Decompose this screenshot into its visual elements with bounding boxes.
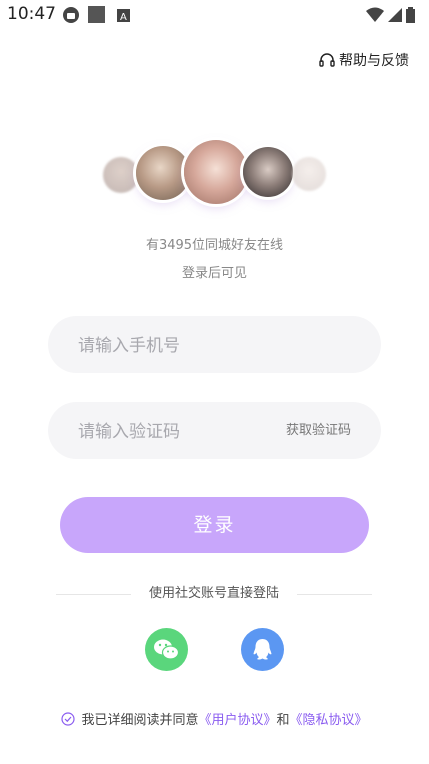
avatar	[184, 140, 248, 204]
headset-icon	[319, 53, 335, 67]
phone-field	[48, 316, 381, 375]
status-bar: 10:47 A	[0, 0, 429, 30]
svg-text:A: A	[120, 12, 127, 23]
help-label: 帮助与反馈	[339, 53, 409, 69]
status-icons	[366, 7, 415, 23]
status-time: 10:47	[7, 4, 56, 24]
battery-icon	[406, 7, 415, 23]
wechat-login-button[interactable]	[145, 628, 188, 671]
login-visible-hint: 登录后可见	[181, 266, 247, 281]
verification-code-input[interactable]	[76, 402, 280, 461]
privacy-agreement-link[interactable]: 《隐私协议》	[290, 713, 368, 728]
avatar	[136, 146, 190, 200]
login-button[interactable]: 登录	[60, 497, 369, 553]
agreement-prefix: 我已详细阅读并同意	[81, 713, 199, 728]
signal-icon	[388, 8, 402, 22]
agreement-row: 我已详细阅读并同意《用户协议》和《隐私协议》	[0, 709, 429, 728]
help-feedback-button[interactable]: 帮助与反馈	[319, 50, 409, 70]
avatar-group	[0, 138, 429, 218]
wifi-icon	[366, 7, 384, 22]
qq-login-button[interactable]	[241, 628, 284, 671]
qq-icon	[253, 639, 272, 660]
online-count-text: 有3495位同城好友在线	[145, 238, 284, 253]
get-code-button[interactable]: 获取验证码	[286, 402, 351, 459]
wechat-icon	[154, 639, 180, 660]
check-circle-icon[interactable]	[61, 711, 76, 726]
notification-app-icon	[62, 6, 80, 28]
divider-line-right	[297, 594, 372, 595]
social-divider: 使用社交账号直接登陆	[56, 584, 372, 604]
avatar	[243, 147, 293, 197]
notification-square-icon	[88, 6, 106, 28]
user-agreement-link[interactable]: 《用户协议》	[198, 713, 276, 728]
avatar	[103, 157, 139, 193]
avatar	[292, 157, 326, 191]
notification-a-icon: A	[117, 8, 131, 27]
phone-input[interactable]	[76, 316, 280, 375]
code-field: 获取验证码	[48, 402, 381, 461]
agreement-and: 和	[276, 713, 290, 728]
